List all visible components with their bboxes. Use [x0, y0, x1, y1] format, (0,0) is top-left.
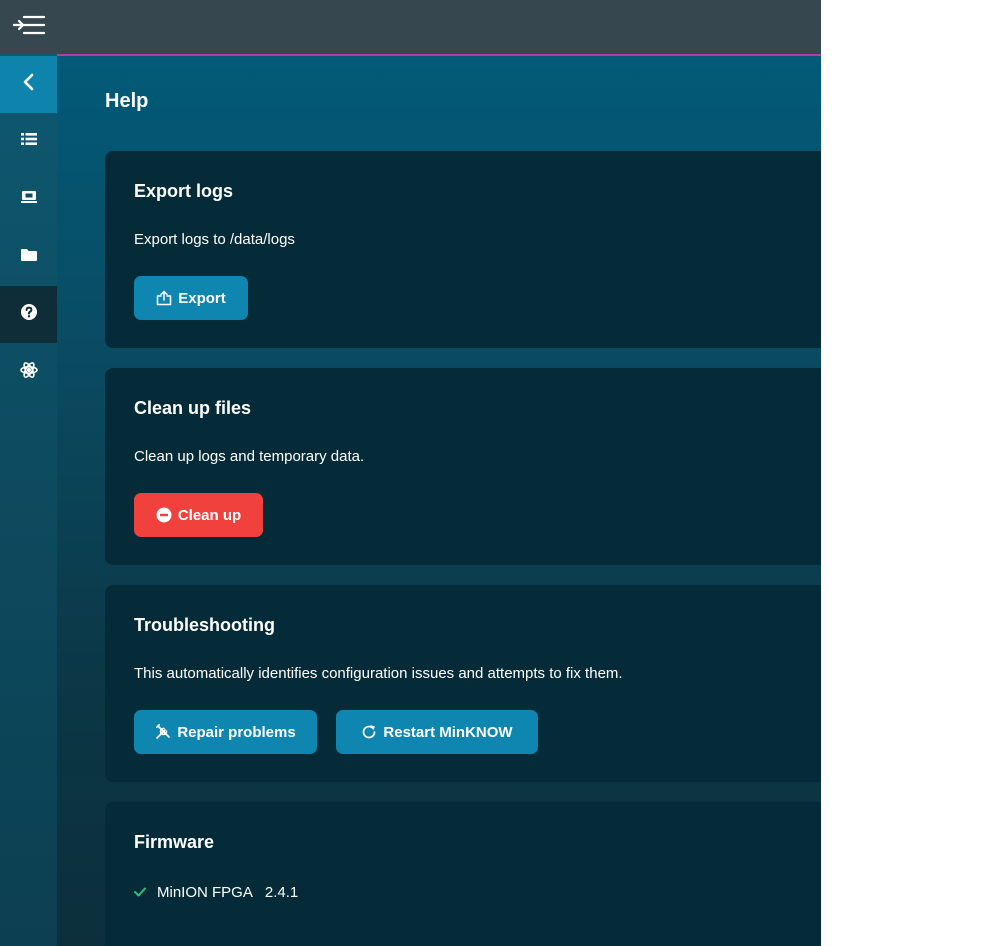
clean-up-button[interactable]: Clean up: [134, 493, 263, 537]
folder-icon: [20, 248, 37, 267]
clean-up-files-description: Clean up logs and temporary data.: [134, 448, 365, 465]
export-button[interactable]: Export: [134, 276, 248, 320]
troubleshooting-description: This automatically identifies configurat…: [134, 665, 623, 682]
clean-up-files-title: Clean up files: [134, 398, 252, 418]
upload-icon: [156, 290, 172, 306]
app-window: Help Export logs Export logs to /data/lo…: [0, 0, 821, 946]
chevron-left-icon: [22, 73, 36, 96]
repair-problems-button-label: Repair problems: [177, 723, 296, 741]
export-logs-card: Export logs Export logs to /data/logs Ex…: [105, 151, 821, 348]
tools-icon: [155, 724, 171, 740]
repair-problems-button[interactable]: Repair problems: [134, 710, 317, 754]
menu-expand-icon: [12, 14, 46, 41]
minus-circle-icon: [156, 507, 172, 523]
menu-toggle-button[interactable]: [0, 0, 57, 54]
firmware-item: MinION FPGA 2.4.1: [134, 884, 298, 901]
page-title: Help: [105, 90, 149, 112]
sidebar-item-settings[interactable]: [0, 344, 57, 401]
main-content: Help Export logs Export logs to /data/lo…: [57, 56, 821, 946]
sidebar-item-device[interactable]: [0, 171, 57, 228]
firmware-item-name: MinION FPGA: [157, 884, 253, 901]
export-logs-description: Export logs to /data/logs: [134, 231, 295, 248]
check-icon: [134, 884, 157, 901]
help-icon: [20, 303, 38, 326]
clean-up-button-label: Clean up: [177, 506, 242, 524]
settings-icon: [19, 361, 38, 384]
list-icon: [20, 132, 37, 151]
sidebar-item-files[interactable]: [0, 229, 57, 286]
troubleshooting-title: Troubleshooting: [134, 615, 275, 635]
device-icon: [20, 190, 37, 209]
troubleshooting-card: Troubleshooting This automatically ident…: [105, 585, 821, 782]
restart-minknow-button-label: Restart MinKNOW: [383, 723, 513, 741]
export-button-label: Export: [178, 289, 226, 307]
sidebar-item-help[interactable]: [0, 286, 57, 343]
export-logs-title: Export logs: [134, 181, 234, 201]
top-bar: [57, 0, 821, 56]
firmware-card: Firmware MinION FPGA 2.4.1: [105, 802, 821, 946]
restart-icon: [361, 724, 377, 740]
clean-up-files-card: Clean up files Clean up logs and tempora…: [105, 368, 821, 565]
sidebar: [0, 0, 57, 946]
firmware-title: Firmware: [134, 832, 215, 852]
firmware-item-version: 2.4.1: [264, 884, 299, 901]
back-button[interactable]: [0, 56, 57, 113]
sidebar-item-experiments[interactable]: [0, 113, 57, 170]
restart-minknow-button[interactable]: Restart MinKNOW: [336, 710, 538, 754]
